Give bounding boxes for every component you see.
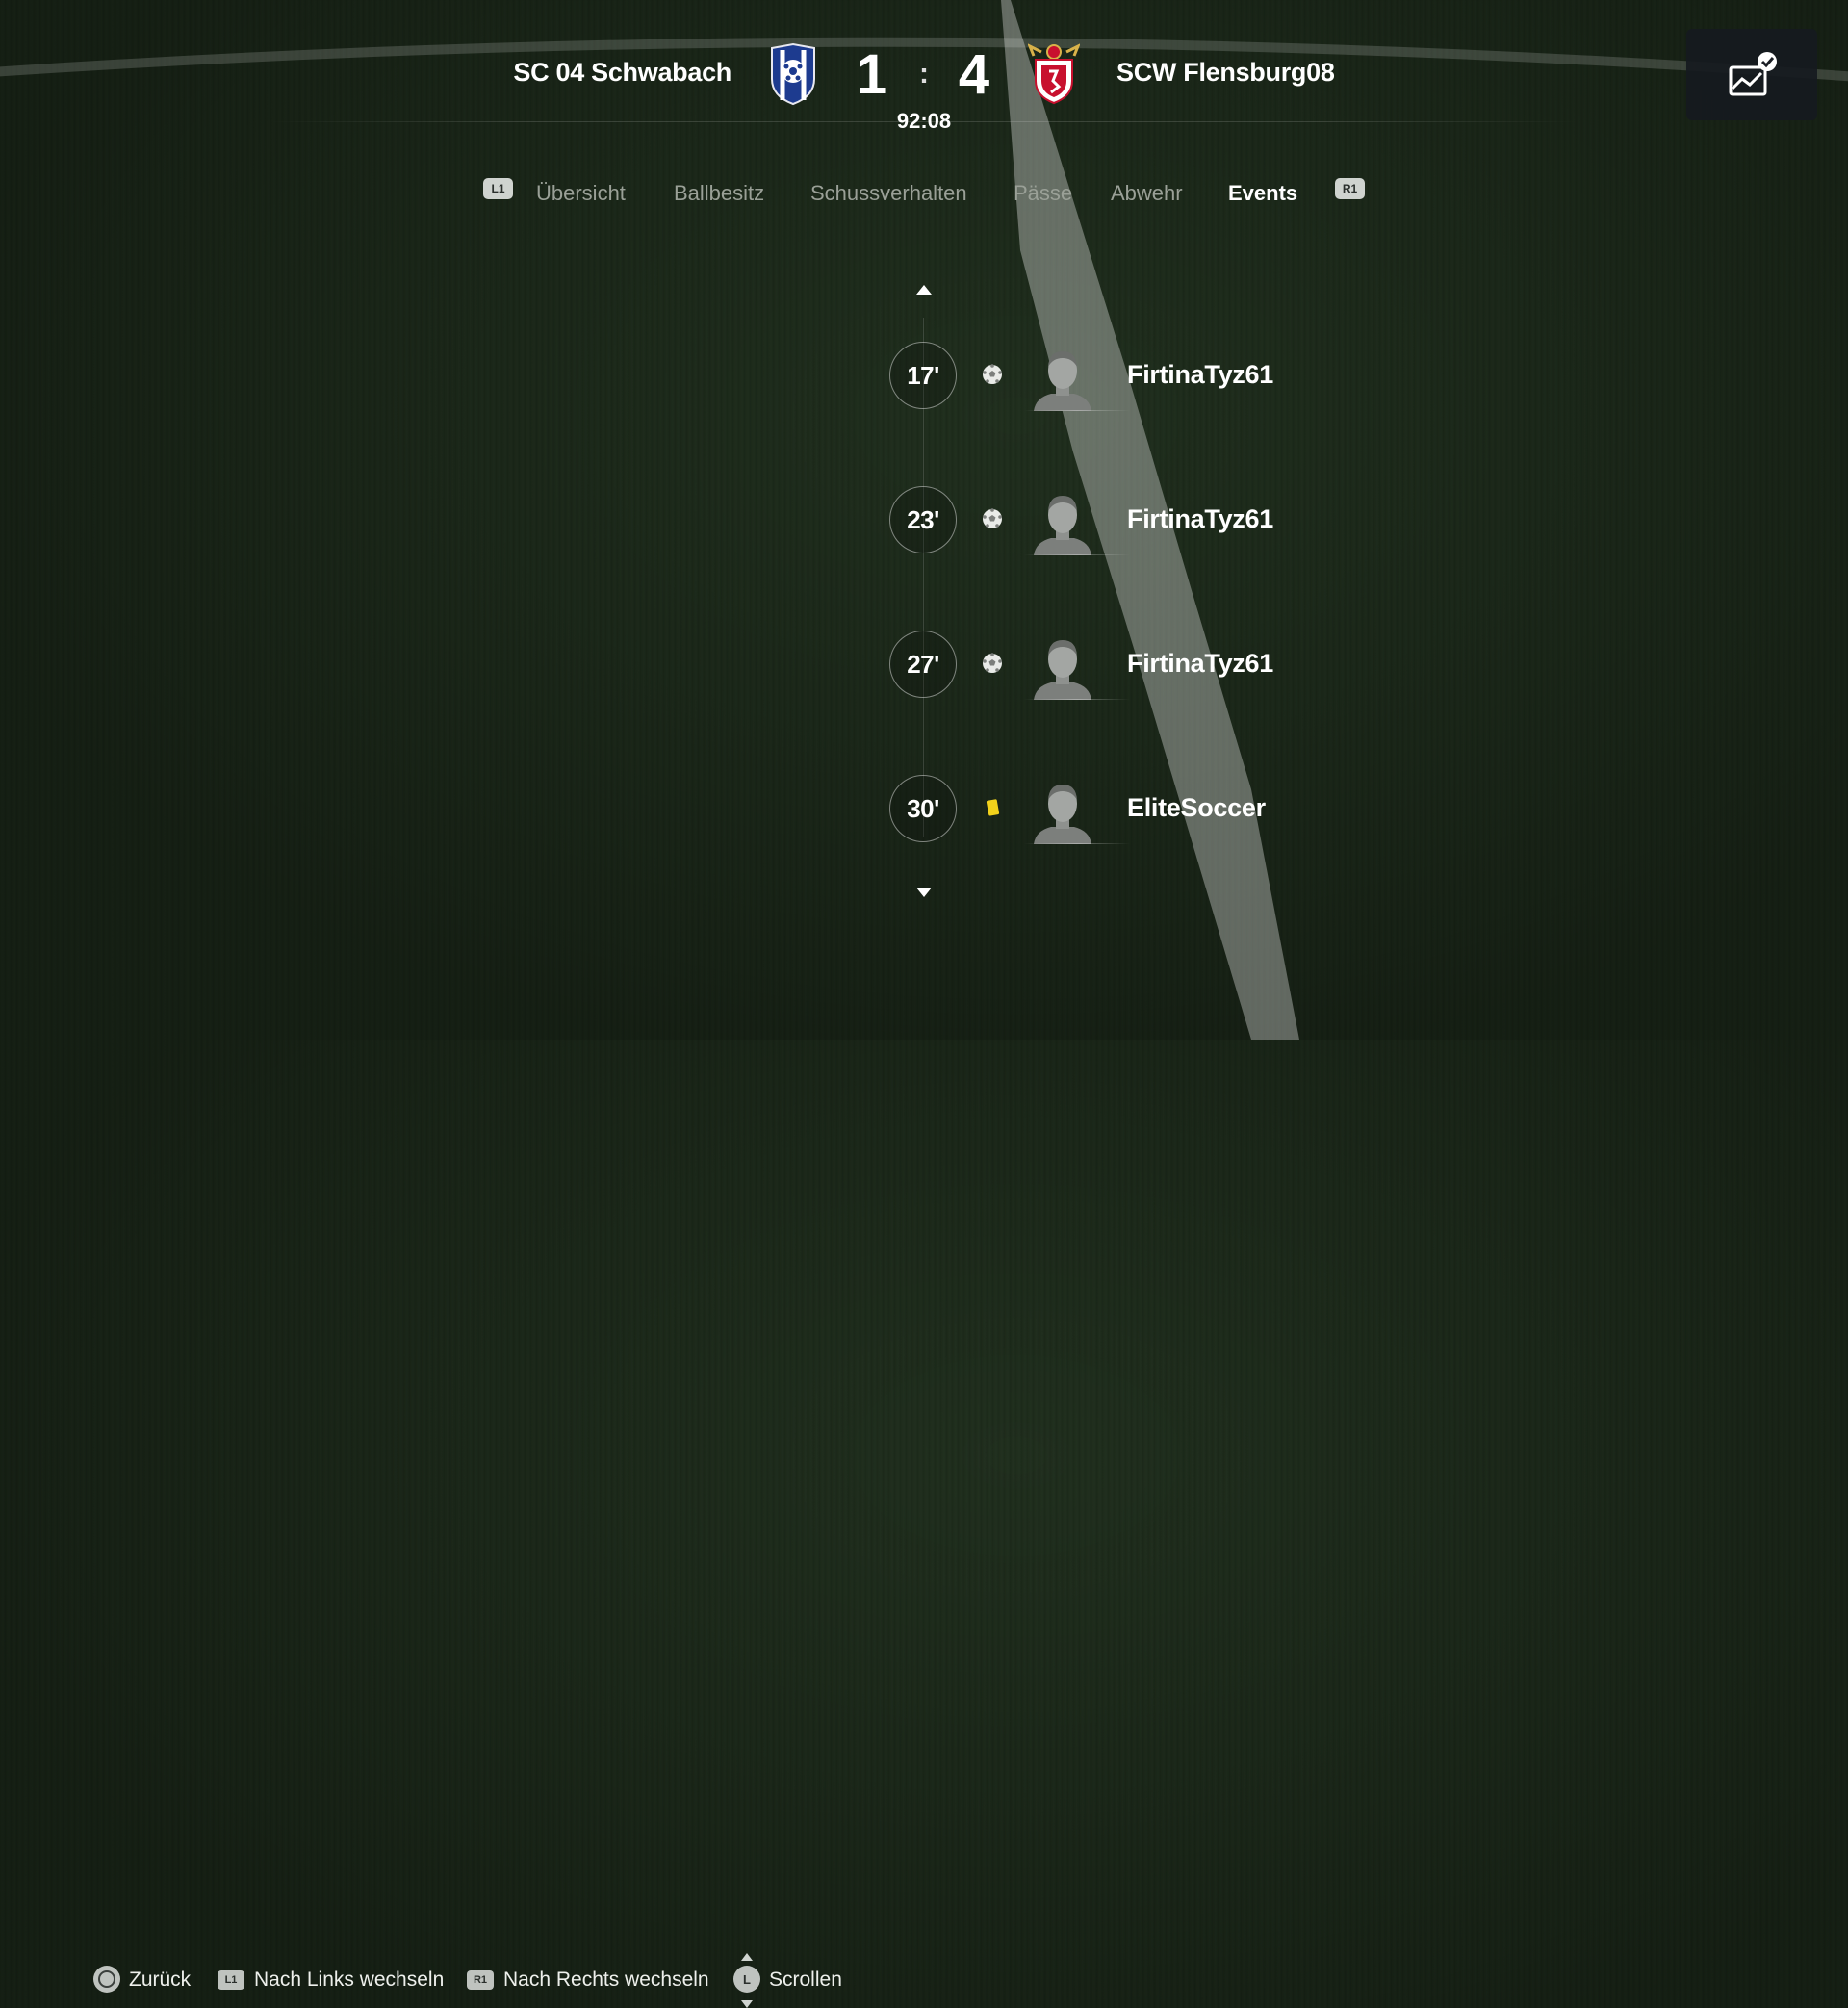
controller-hints: Zurück L1 Nach Links wechseln R1 Nach Re… <box>0 982 1848 2008</box>
player-avatar <box>1034 785 1091 844</box>
tab-uebersicht[interactable]: Übersicht <box>536 181 626 206</box>
away-team-name: SCW Flensburg08 <box>1116 58 1335 87</box>
event-minute: 27' <box>889 631 957 698</box>
hint-back[interactable]: Zurück <box>129 1969 191 1992</box>
avatar-underline <box>1024 410 1130 411</box>
yellow-card-icon <box>986 799 1000 816</box>
event-row[interactable]: 17' FirtinaTyz61 <box>889 342 1371 411</box>
ball-icon <box>983 364 1002 384</box>
player-name: FirtinaTyz61 <box>1127 360 1273 389</box>
r1-button-icon[interactable]: R1 <box>1335 178 1365 199</box>
r1-button-icon[interactable]: R1 <box>467 1970 494 1990</box>
circle-button-icon[interactable] <box>93 1966 120 1993</box>
away-team-crest-icon <box>1028 43 1080 105</box>
hint-switch-right[interactable]: Nach Rechts wechseln <box>503 1969 709 1992</box>
avatar-underline <box>1024 554 1130 555</box>
tab-ballbesitz[interactable]: Ballbesitz <box>674 181 764 206</box>
event-row[interactable]: 23' FirtinaTyz61 <box>889 486 1371 555</box>
tab-schussverhalten[interactable]: Schussverhalten <box>810 181 967 206</box>
hint-scroll[interactable]: Scrollen <box>769 1969 842 1992</box>
player-name: EliteSoccer <box>1127 793 1266 822</box>
player-name: FirtinaTyz61 <box>1127 504 1273 533</box>
tab-abwehr[interactable]: Abwehr <box>1111 181 1183 206</box>
home-score: 1 <box>856 43 888 106</box>
event-row[interactable]: 30' EliteSoccer <box>889 775 1371 844</box>
stick-up-icon <box>741 1953 753 1961</box>
stick-down-icon <box>741 2000 753 2008</box>
home-team-name: SC 04 Schwabach <box>513 58 732 87</box>
ball-icon <box>983 508 1002 528</box>
event-minute: 30' <box>889 775 957 842</box>
tab-events[interactable]: Events <box>1228 181 1297 206</box>
player-avatar <box>1034 496 1091 555</box>
performance-stats-button[interactable] <box>1686 29 1817 120</box>
avatar-underline <box>1024 699 1130 700</box>
scroll-down-arrow-icon[interactable] <box>916 888 932 897</box>
avatar-underline <box>1024 843 1130 844</box>
home-team-crest-icon <box>771 42 815 106</box>
header-divider <box>270 121 1578 122</box>
away-score: 4 <box>958 43 990 106</box>
player-avatar <box>1034 351 1091 411</box>
event-minute: 23' <box>889 486 957 553</box>
score-separator: : <box>919 58 929 90</box>
event-row[interactable]: 27' FirtinaTyz61 <box>889 631 1371 700</box>
tab-paesse[interactable]: Pässe <box>1014 181 1072 206</box>
chart-check-icon <box>1729 51 1777 95</box>
l1-button-icon[interactable]: L1 <box>218 1970 244 1990</box>
ball-icon <box>983 653 1002 673</box>
event-minute: 17' <box>889 342 957 409</box>
left-stick-icon[interactable]: L <box>733 1966 760 1993</box>
stats-tabs: Übersicht Ballbesitz Schussverhalten Päs… <box>0 173 1848 212</box>
hint-switch-left[interactable]: Nach Links wechseln <box>254 1969 444 1992</box>
player-name: FirtinaTyz61 <box>1127 649 1273 678</box>
player-avatar <box>1034 640 1091 700</box>
scroll-up-arrow-icon[interactable] <box>916 285 932 295</box>
